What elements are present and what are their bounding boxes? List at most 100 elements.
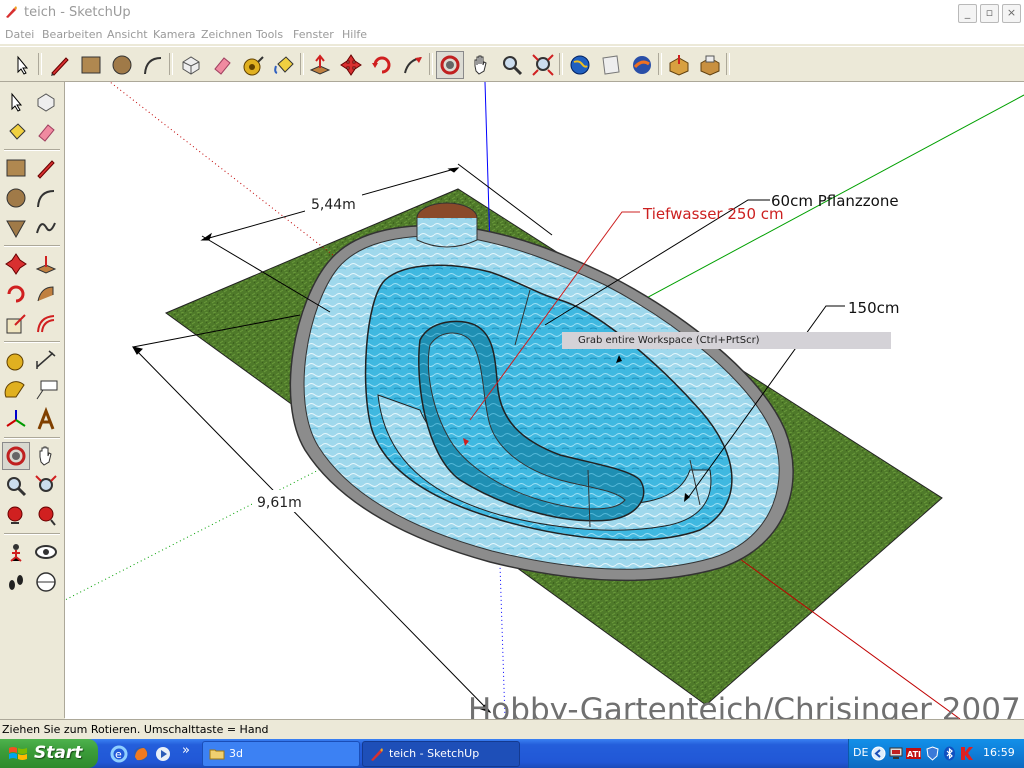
move-tool-button[interactable] — [337, 51, 365, 79]
zoom-tool-button[interactable] — [2, 472, 30, 500]
menu-datei[interactable]: Datei — [5, 28, 34, 41]
menu-fenster[interactable]: Fenster — [293, 28, 334, 41]
menu-kamera[interactable]: Kamera — [153, 28, 196, 41]
offset-tool-button[interactable] — [32, 310, 60, 338]
zoom-window-button[interactable] — [32, 472, 60, 500]
line-tool-button[interactable] — [32, 154, 60, 182]
select-tool-button[interactable] — [8, 51, 36, 79]
select-tool-button[interactable] — [2, 88, 30, 116]
circle-tool-button[interactable] — [108, 51, 136, 79]
orbit-tool-button[interactable] — [2, 442, 30, 470]
rectangle-tool-button[interactable] — [77, 51, 105, 79]
arc-tool-button[interactable] — [139, 51, 167, 79]
look-around-button[interactable] — [32, 538, 60, 566]
paint-bucket-button[interactable] — [270, 51, 298, 79]
place-model-button[interactable] — [597, 51, 625, 79]
text-tool-button[interactable] — [32, 376, 60, 404]
pencil-tool-button[interactable] — [46, 51, 74, 79]
freehand-tool-button[interactable] — [32, 214, 60, 242]
google-earth-button[interactable] — [566, 51, 594, 79]
ati-icon[interactable]: ATI — [906, 746, 921, 761]
sketchup-app-icon — [6, 6, 17, 18]
follow-me-button[interactable] — [399, 51, 427, 79]
circle-tool-button[interactable] — [2, 184, 30, 212]
eraser-tool-button[interactable] — [32, 118, 60, 146]
make-component-button[interactable] — [177, 51, 205, 79]
menu-bearbeiten[interactable]: Bearbeiten — [42, 28, 102, 41]
scale-tool-button[interactable] — [2, 310, 30, 338]
position-camera-button[interactable] — [2, 538, 30, 566]
paint-bucket-button[interactable] — [2, 118, 30, 146]
previous-view-button[interactable] — [2, 502, 30, 530]
protractor-tool-button[interactable] — [2, 376, 30, 404]
media-player-icon[interactable] — [154, 745, 172, 763]
orbit-tool-button[interactable] — [436, 51, 464, 79]
quick-launch-expand-icon[interactable]: » — [182, 743, 190, 758]
axes-tool-button[interactable] — [2, 406, 30, 434]
eraser-tool-button[interactable] — [208, 51, 236, 79]
firefox-icon[interactable] — [132, 745, 150, 763]
antivirus-k-icon[interactable] — [959, 746, 974, 761]
tray-expand-icon[interactable] — [871, 746, 886, 761]
screenshot-tooltip: Grab entire Workspace (Ctrl+PrtScr) — [562, 332, 891, 349]
zoom-extents-button[interactable] — [529, 51, 557, 79]
section-plane-icon — [36, 572, 56, 592]
get-models-button[interactable] — [628, 51, 656, 79]
menu-tools[interactable]: Tools — [256, 28, 283, 41]
paint-bucket-icon — [274, 56, 294, 74]
rectangle-tool-button[interactable] — [2, 154, 30, 182]
shield-icon[interactable] — [925, 746, 940, 761]
menu-ansicht[interactable]: Ansicht — [107, 28, 148, 41]
select-icon — [11, 92, 23, 112]
clock: 16:59 — [983, 746, 1015, 759]
freehand-icon — [36, 222, 56, 234]
language-indicator[interactable]: DE — [853, 746, 868, 759]
rotate-tool-button[interactable] — [368, 51, 396, 79]
pan-tool-button[interactable] — [467, 51, 495, 79]
make-component-button[interactable] — [32, 88, 60, 116]
pencil-icon — [51, 57, 69, 76]
tape-measure-button[interactable] — [239, 51, 267, 79]
walk-tool-button[interactable] — [2, 568, 30, 596]
push-pull-button[interactable] — [306, 51, 334, 79]
zoom-extents-icon — [38, 506, 56, 526]
drawing-viewport[interactable]: 5,44m 9,61m 60cm Pflanzzone Tiefwasser 2… — [65, 82, 1024, 719]
share-model-icon — [669, 55, 689, 76]
polygon-tool-button[interactable] — [2, 214, 30, 242]
internet-explorer-icon[interactable]: e — [110, 745, 128, 763]
share-model-button[interactable] — [665, 51, 693, 79]
start-button[interactable]: Start — [0, 739, 98, 768]
dimension-icon — [36, 350, 56, 369]
arc-icon — [37, 190, 55, 208]
minimize-button[interactable]: _ — [958, 4, 977, 23]
taskbar-item-sketchup-label: teich - SketchUp — [389, 747, 480, 760]
zoom-tool-button[interactable] — [498, 51, 526, 79]
tape-measure-button[interactable] — [2, 346, 30, 374]
components-icon — [700, 55, 720, 76]
rotate-icon — [372, 56, 391, 74]
maximize-button[interactable]: ▫ — [980, 4, 999, 23]
close-button[interactable]: × — [1002, 4, 1021, 23]
pan-tool-button[interactable] — [32, 442, 60, 470]
section-plane-button[interactable] — [32, 568, 60, 596]
taskbar-item-sketchup[interactable]: teich - SketchUp — [362, 741, 520, 767]
move-tool-button[interactable] — [2, 250, 30, 278]
menu-zeichnen[interactable]: Zeichnen — [201, 28, 252, 41]
push-pull-button[interactable] — [32, 250, 60, 278]
bluetooth-icon[interactable] — [942, 746, 957, 761]
3d-text-tool-button[interactable] — [32, 406, 60, 434]
eraser-icon — [214, 57, 231, 75]
menu-hilfe[interactable]: Hilfe — [342, 28, 367, 41]
components-button[interactable] — [696, 51, 724, 79]
arc-tool-button[interactable] — [32, 184, 60, 212]
previous-view-icon — [7, 506, 23, 524]
follow-me-button[interactable] — [32, 280, 60, 308]
taskbar-item-folder[interactable]: 3d — [202, 741, 360, 767]
zoom-icon — [7, 477, 27, 497]
zoom-extents-button[interactable] — [32, 502, 60, 530]
network-monitor-icon[interactable] — [889, 746, 904, 761]
rotate-tool-button[interactable] — [2, 280, 30, 308]
dimension-tool-button[interactable] — [32, 346, 60, 374]
model-canvas[interactable]: 5,44m 9,61m 60cm Pflanzzone Tiefwasser 2… — [65, 82, 1024, 719]
scale-icon — [6, 314, 26, 334]
